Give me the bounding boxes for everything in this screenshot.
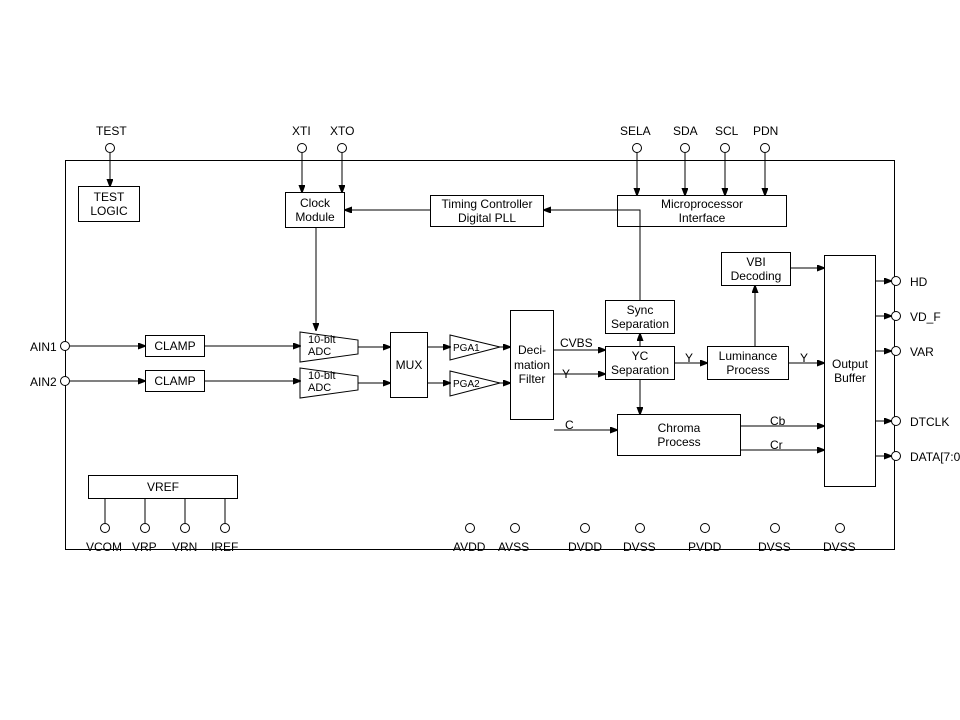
- pin-label-vrp: VRP: [132, 540, 157, 554]
- block-outbuf: Output Buffer: [824, 255, 876, 487]
- pin-ain2: [60, 376, 70, 386]
- block-test-logic: TEST LOGIC: [78, 186, 140, 222]
- pin-label-iref: IREF: [211, 540, 238, 554]
- pin-dvss1: [635, 523, 645, 533]
- pin-label-sda: SDA: [673, 124, 698, 138]
- pin-hd: [891, 276, 901, 286]
- pin-label-dvdd: DVDD: [568, 540, 602, 554]
- block-yc-sep: YC Separation: [605, 346, 675, 380]
- block-sync-sep: Sync Separation: [605, 300, 675, 334]
- block-lum: Luminance Process: [707, 346, 789, 380]
- pin-pvdd: [700, 523, 710, 533]
- pin-dtclk: [891, 416, 901, 426]
- diagram-canvas: TEST XTI XTO SELA SDA SCL PDN AIN1 AIN2 …: [0, 0, 960, 720]
- block-vref: VREF: [88, 475, 238, 499]
- pin-iref: [220, 523, 230, 533]
- pin-label-ain1: AIN1: [30, 340, 57, 354]
- block-clock-module: Clock Module: [285, 192, 345, 228]
- block-vbi: VBI Decoding: [721, 252, 791, 286]
- pin-label-dvss1: DVSS: [623, 540, 656, 554]
- pin-label-avdd: AVDD: [453, 540, 485, 554]
- pin-var: [891, 346, 901, 356]
- pin-avdd: [465, 523, 475, 533]
- block-clamp2: CLAMP: [145, 370, 205, 392]
- label-cvbs: CVBS: [560, 336, 593, 350]
- pin-label-data: DATA[7:0]: [910, 450, 960, 464]
- pin-ain1: [60, 341, 70, 351]
- pin-label-hd: HD: [910, 275, 927, 289]
- pin-label-var: VAR: [910, 345, 934, 359]
- pin-vdf: [891, 311, 901, 321]
- block-deci: Deci- mation Filter: [510, 310, 554, 420]
- pin-label-vcom: VCOM: [86, 540, 122, 554]
- pin-sda: [680, 143, 690, 153]
- pin-xti: [297, 143, 307, 153]
- pin-pdn: [760, 143, 770, 153]
- pin-vrp: [140, 523, 150, 533]
- pin-label-ain2: AIN2: [30, 375, 57, 389]
- block-timing-pll: Timing Controller Digital PLL: [430, 195, 544, 227]
- pin-label-pvdd: PVDD: [688, 540, 721, 554]
- pin-vrn: [180, 523, 190, 533]
- label-y-mid: Y: [562, 367, 570, 381]
- pin-label-test: TEST: [96, 124, 127, 138]
- pin-sela: [632, 143, 642, 153]
- label-cb: Cb: [770, 414, 785, 428]
- pin-label-vdf: VD_F: [910, 310, 941, 324]
- pin-data: [891, 451, 901, 461]
- pin-label-dtclk: DTCLK: [910, 415, 949, 429]
- pin-scl: [720, 143, 730, 153]
- pin-vcom: [100, 523, 110, 533]
- block-mux: MUX: [390, 332, 428, 398]
- pin-label-scl: SCL: [715, 124, 738, 138]
- pin-dvss3: [835, 523, 845, 533]
- pin-test: [105, 143, 115, 153]
- pin-label-sela: SELA: [620, 124, 651, 138]
- pin-label-dvss3: DVSS: [823, 540, 856, 554]
- pin-label-vrn: VRN: [172, 540, 197, 554]
- pin-avss: [510, 523, 520, 533]
- pin-label-xto: XTO: [330, 124, 354, 138]
- pin-xto: [337, 143, 347, 153]
- label-cr: Cr: [770, 438, 783, 452]
- pin-label-pdn: PDN: [753, 124, 778, 138]
- pin-dvss2: [770, 523, 780, 533]
- label-y1: Y: [685, 351, 693, 365]
- pin-label-avss: AVSS: [498, 540, 529, 554]
- label-y2: Y: [800, 351, 808, 365]
- pin-label-xti: XTI: [292, 124, 311, 138]
- block-micro-if: Microprocessor Interface: [617, 195, 787, 227]
- block-chroma: Chroma Process: [617, 414, 741, 456]
- pin-dvdd: [580, 523, 590, 533]
- block-clamp1: CLAMP: [145, 335, 205, 357]
- label-c: C: [565, 418, 574, 432]
- pin-label-dvss2: DVSS: [758, 540, 791, 554]
